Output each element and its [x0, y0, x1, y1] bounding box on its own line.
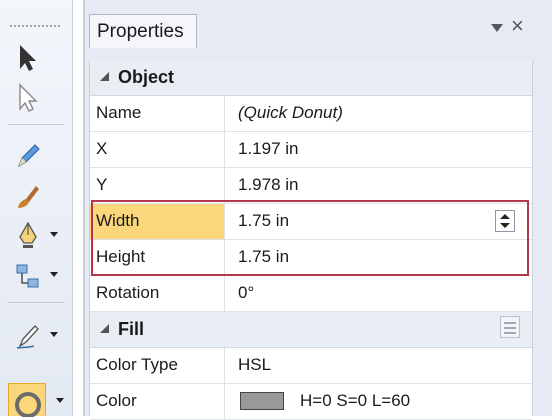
category-label: Object	[118, 67, 175, 87]
pen-icon	[19, 221, 37, 248]
dropdown-arrow-icon[interactable]	[491, 24, 503, 32]
connector-icon	[16, 264, 39, 288]
property-label: X	[90, 132, 225, 167]
property-label: Color	[90, 384, 225, 419]
category-fill[interactable]: Fill	[90, 312, 532, 348]
property-row-x[interactable]: X 1.197 in	[90, 132, 532, 168]
properties-panel: Properties × Object Name (Quick Donut) X…	[83, 0, 552, 420]
property-label: Height	[90, 240, 225, 275]
property-row-color-type[interactable]: Color Type HSL	[90, 348, 532, 384]
property-label: Rotation	[90, 276, 225, 311]
value-spinner[interactable]	[495, 210, 515, 232]
color-swatch[interactable]	[240, 392, 284, 410]
direct-select-tool-button[interactable]	[14, 80, 58, 116]
chevron-down-icon[interactable]	[50, 232, 58, 237]
brush-icon	[18, 186, 39, 208]
active-tool-highlight[interactable]	[8, 383, 46, 417]
pen-tool-button[interactable]	[14, 218, 58, 254]
hollow-arrow-icon	[19, 83, 38, 112]
pencil-icon	[18, 144, 40, 168]
chevron-down-icon[interactable]	[56, 398, 64, 403]
toolbar-grip[interactable]	[10, 25, 62, 27]
tools-toolbar	[0, 0, 73, 417]
property-row-height[interactable]: Height 1.75 in	[90, 240, 532, 276]
property-label: Color Type	[90, 348, 225, 383]
pointer-icon	[20, 45, 36, 71]
property-grid: Object Name (Quick Donut) X 1.197 in Y 1…	[89, 60, 533, 420]
property-value-rotation[interactable]: 0°	[238, 283, 254, 303]
category-label: Fill	[118, 319, 144, 339]
toolbar-separator	[8, 124, 64, 125]
connector-tool-button[interactable]	[14, 258, 58, 294]
property-value-color[interactable]: H=0 S=0 L=60	[300, 391, 410, 411]
property-value-width[interactable]: 1.75 in	[238, 211, 289, 231]
pencil-tool-button[interactable]	[14, 138, 58, 174]
list-icon-line	[504, 332, 516, 334]
property-row-color[interactable]: Color H=0 S=0 L=60	[90, 384, 532, 420]
list-icon-line	[504, 327, 516, 329]
spin-down-icon[interactable]	[500, 223, 510, 228]
line-pen-icon	[16, 325, 39, 349]
close-icon[interactable]: ×	[511, 15, 524, 37]
fill-options-button[interactable]	[500, 316, 520, 338]
list-icon-line	[504, 322, 516, 324]
property-value-x[interactable]: 1.197 in	[238, 139, 299, 159]
spin-up-icon[interactable]	[500, 214, 510, 219]
property-row-width[interactable]: Width 1.75 in	[90, 204, 532, 240]
property-label: Y	[90, 168, 225, 203]
select-tool-button[interactable]	[14, 40, 58, 76]
panel-border	[83, 0, 85, 416]
property-value-height[interactable]: 1.75 in	[238, 247, 289, 267]
toolbar-separator	[8, 302, 64, 303]
property-label: Name	[90, 96, 225, 131]
chevron-down-icon[interactable]	[50, 272, 58, 277]
property-row-name[interactable]: Name (Quick Donut)	[90, 96, 532, 132]
property-row-y[interactable]: Y 1.978 in	[90, 168, 532, 204]
property-value-name[interactable]: (Quick Donut)	[238, 103, 343, 123]
category-object[interactable]: Object	[90, 60, 532, 96]
collapse-arrow-icon[interactable]	[100, 72, 109, 81]
property-value-y[interactable]: 1.978 in	[238, 175, 299, 195]
brush-tool-button[interactable]	[14, 178, 58, 214]
donut-shape-icon	[15, 392, 41, 417]
chevron-down-icon[interactable]	[50, 332, 58, 337]
line-tool-button[interactable]	[14, 318, 58, 354]
property-row-rotation[interactable]: Rotation 0°	[90, 276, 532, 312]
property-label: Width	[90, 204, 225, 239]
property-value-color-type[interactable]: HSL	[238, 355, 271, 375]
collapse-arrow-icon[interactable]	[100, 324, 109, 333]
tab-properties[interactable]: Properties	[89, 14, 197, 48]
